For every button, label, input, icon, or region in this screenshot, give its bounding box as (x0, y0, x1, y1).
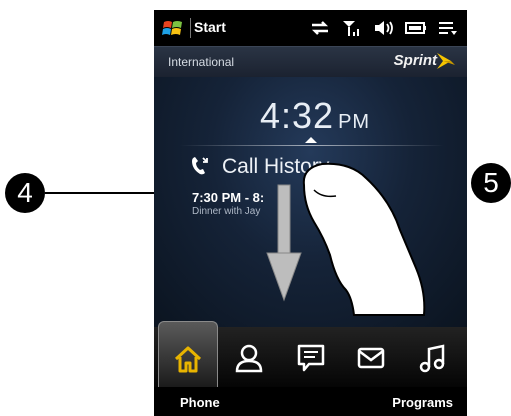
gesture-overlay (266, 162, 426, 316)
callout-5: 5 (471, 163, 511, 203)
phone-screen: Start International Sprint 4:32 PM Call … (154, 10, 467, 416)
swipe-down-arrow-icon (266, 184, 302, 302)
callout-4: 4 (5, 173, 45, 213)
finger-icon (302, 162, 426, 316)
